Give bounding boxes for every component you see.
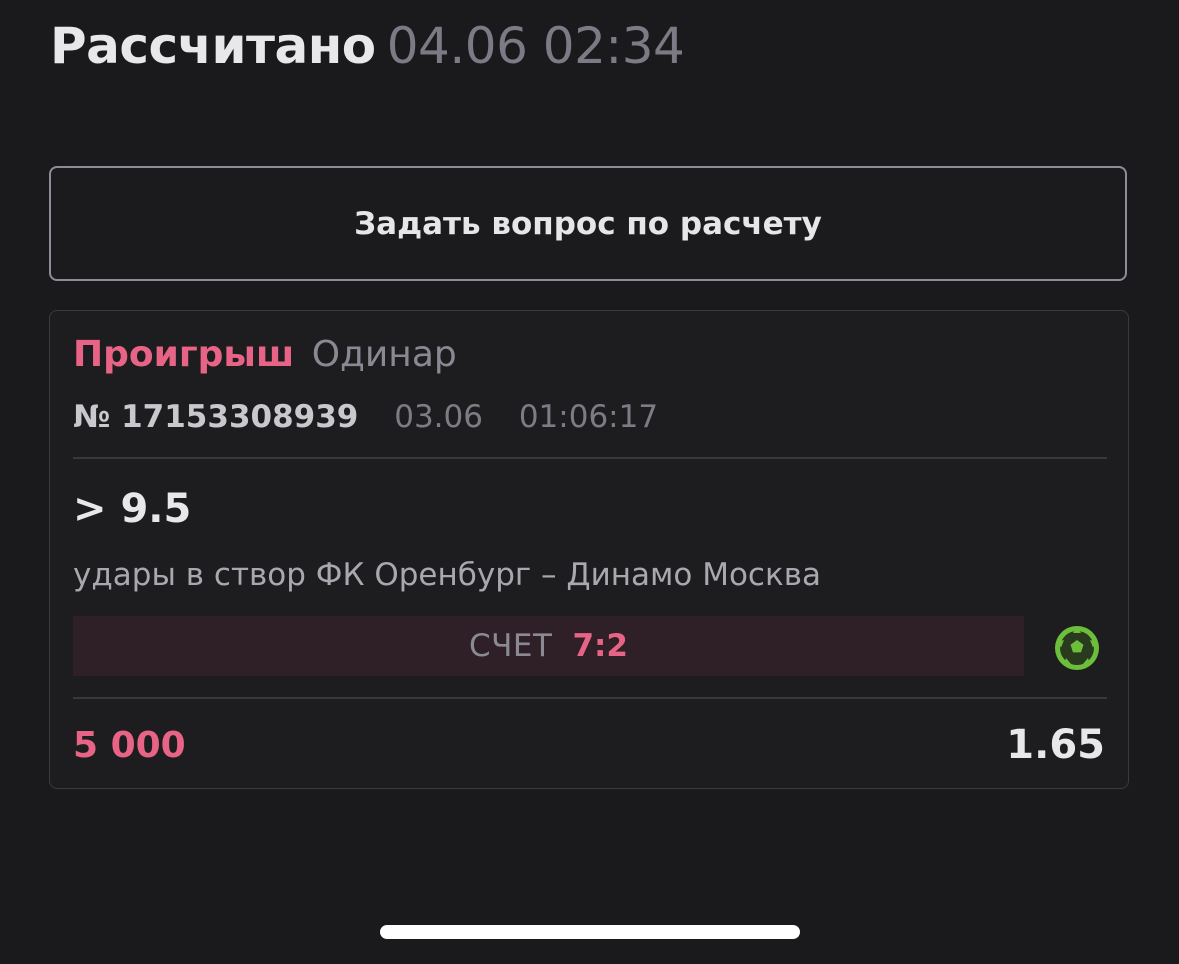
bet-outcome: > 9.5: [73, 486, 192, 532]
bet-result: Проигрыш: [73, 334, 295, 375]
event-description: удары в створ ФК Оренбург – Динамо Москв…: [73, 557, 821, 593]
score-label: СЧЕТ: [469, 628, 553, 664]
bet-type: Одинар: [311, 334, 457, 375]
bet-title: Проигрыш Одинар: [73, 333, 457, 377]
bet-odds: 1.65: [1006, 722, 1105, 768]
bet-number: № 17153308939: [73, 399, 359, 435]
ask-question-button[interactable]: Задать вопрос по расчету: [49, 166, 1127, 281]
bet-meta: № 17153308939 03.06 01:06:17: [73, 397, 658, 437]
divider: [73, 697, 1107, 699]
bet-card[interactable]: Проигрыш Одинар № 17153308939 03.06 01:0…: [49, 310, 1129, 789]
score-bar: СЧЕТ 7:2: [73, 616, 1024, 676]
page-header: Рассчитано 04.06 02:34: [50, 14, 685, 78]
bet-date: 03.06: [394, 399, 483, 435]
stake-amount: 5 000: [73, 725, 186, 766]
settled-datetime: 04.06 02:34: [386, 17, 685, 75]
score-value: 7:2: [572, 628, 628, 664]
divider: [73, 457, 1107, 459]
page-title: Рассчитано: [50, 17, 376, 75]
home-indicator[interactable]: [380, 925, 800, 939]
bet-time: 01:06:17: [518, 399, 659, 435]
soccer-ball-icon: [1055, 626, 1099, 670]
ask-question-label: Задать вопрос по расчету: [354, 205, 822, 242]
